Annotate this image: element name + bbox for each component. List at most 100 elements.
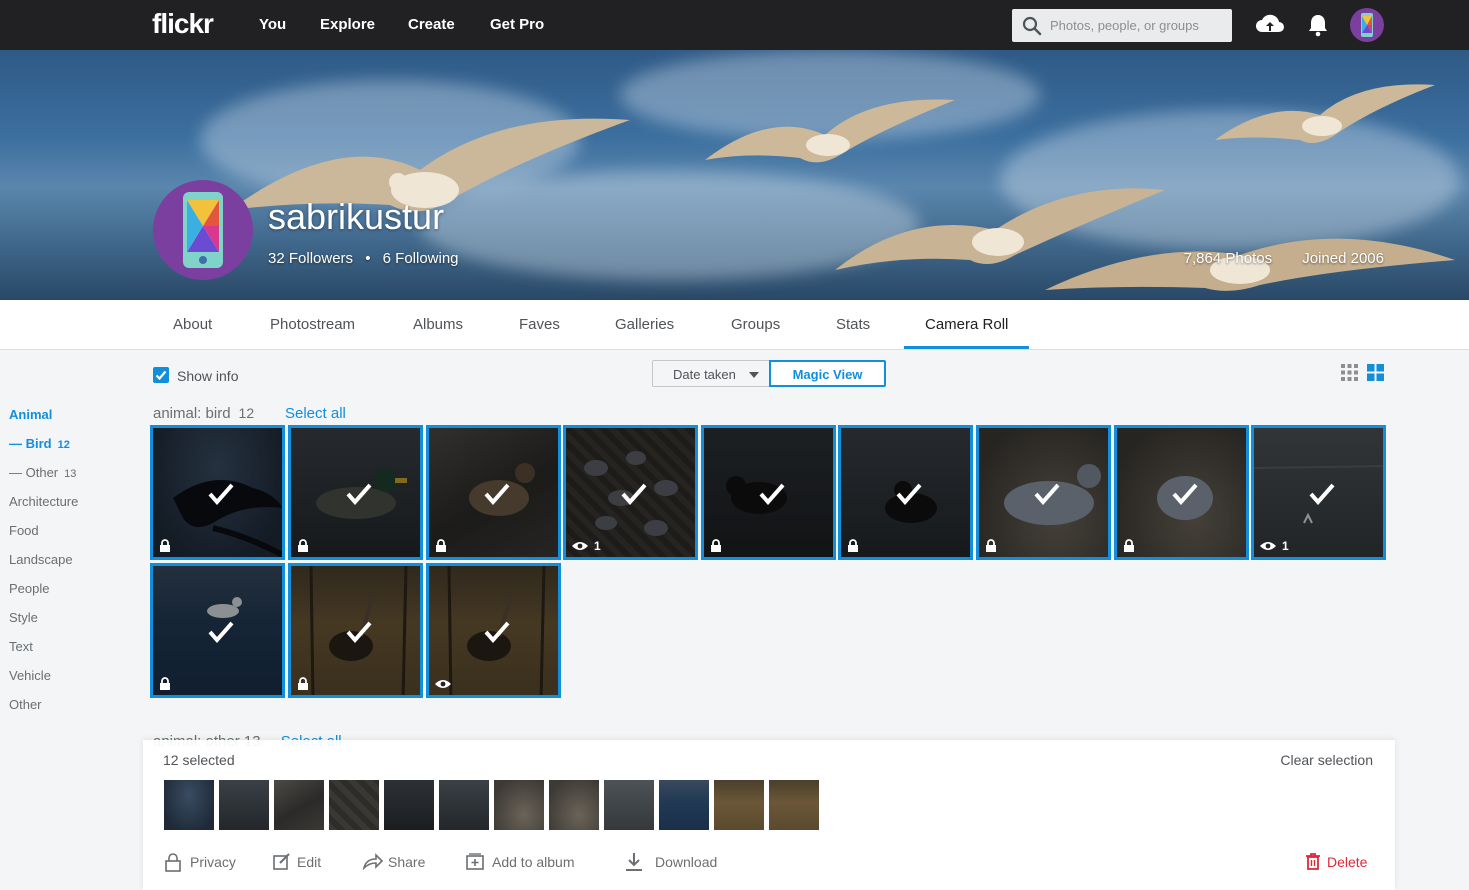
sidebar-item-other-animal[interactable]: — Other 13	[9, 465, 76, 480]
magic-view-button[interactable]: Magic View	[769, 360, 886, 387]
clear-selection-link[interactable]: Clear selection	[1280, 752, 1373, 768]
lock-icon	[848, 539, 858, 552]
sidebar-item-bird[interactable]: — Bird 12	[9, 436, 70, 451]
photo-thumbnail[interactable]	[426, 425, 561, 560]
show-info-checkbox[interactable]	[153, 367, 169, 383]
tab-about[interactable]: About	[173, 316, 212, 333]
notifications-bell-icon[interactable]	[1302, 10, 1334, 40]
search-input[interactable]: Photos, people, or groups	[1012, 9, 1232, 42]
lock-icon	[986, 539, 996, 552]
selected-mini-thumbnail[interactable]	[164, 780, 214, 830]
sidebar-item-other[interactable]: Other	[9, 697, 42, 712]
selected-check-icon	[484, 621, 510, 643]
lock-icon	[436, 539, 446, 552]
profile-stats: 7,864 Photos Joined 2006	[1158, 250, 1384, 267]
tab-photostream[interactable]: Photostream	[270, 316, 355, 333]
selected-check-icon	[896, 483, 922, 505]
lock-icon	[160, 677, 170, 690]
selected-mini-thumbnail[interactable]	[439, 780, 489, 830]
sidebar-item-landscape[interactable]: Landscape	[9, 552, 73, 567]
selected-mini-thumbnail[interactable]	[274, 780, 324, 830]
flickr-logo[interactable]: flickr	[152, 8, 214, 40]
photo-thumbnail[interactable]	[150, 425, 285, 560]
selected-check-icon	[1172, 483, 1198, 505]
profile-tabs: About Photostream Albums Faves Galleries…	[0, 300, 1469, 350]
lock-icon	[298, 677, 308, 690]
profile-avatar[interactable]	[153, 180, 253, 280]
search-icon	[1022, 16, 1042, 36]
download-icon	[626, 853, 642, 871]
sidebar-item-style[interactable]: Style	[9, 610, 38, 625]
selected-mini-thumbnail[interactable]	[769, 780, 819, 830]
selected-mini-thumbnail[interactable]	[549, 780, 599, 830]
selected-check-icon	[346, 483, 372, 505]
nav-get-pro[interactable]: Get Pro	[490, 16, 544, 33]
search-placeholder: Photos, people, or groups	[1050, 18, 1199, 33]
phone-avatar-large-icon	[183, 192, 223, 268]
photo-thumbnail[interactable]	[701, 425, 836, 560]
lock-icon	[1124, 539, 1134, 552]
tab-faves[interactable]: Faves	[519, 316, 560, 333]
photo-thumbnail[interactable]	[976, 425, 1111, 560]
selected-mini-thumbnail[interactable]	[494, 780, 544, 830]
tab-camera-roll[interactable]: Camera Roll	[925, 316, 1008, 333]
add-to-album-icon	[466, 853, 484, 870]
selected-mini-thumbnail[interactable]	[714, 780, 764, 830]
selected-mini-thumbnail[interactable]	[329, 780, 379, 830]
lock-icon	[165, 853, 181, 872]
photo-thumbnail[interactable]	[288, 425, 423, 560]
magic-view-label: Magic View	[792, 367, 863, 382]
select-all-link[interactable]: Select all	[285, 405, 346, 422]
photo-count: 7,864 Photos	[1183, 250, 1273, 267]
selected-mini-thumbnail[interactable]	[604, 780, 654, 830]
tab-stats[interactable]: Stats	[836, 316, 870, 333]
upload-cloud-icon[interactable]	[1254, 10, 1286, 40]
small-grid-icon[interactable]	[1341, 364, 1358, 381]
selected-check-icon	[1309, 483, 1335, 505]
selected-count: 12 selected	[163, 752, 235, 768]
followers-link[interactable]: 32 Followers	[268, 250, 353, 267]
seagull-image	[230, 118, 630, 212]
selected-mini-thumbnail[interactable]	[384, 780, 434, 830]
photo-thumbnail[interactable]	[1114, 425, 1249, 560]
eye-icon	[572, 542, 588, 550]
user-avatar-menu[interactable]	[1350, 8, 1384, 42]
selected-check-icon	[208, 483, 234, 505]
date-taken-dropdown[interactable]: Date taken	[652, 360, 770, 387]
lock-icon	[298, 539, 308, 552]
photo-thumbnail[interactable]	[426, 563, 561, 698]
sidebar-item-animal[interactable]: Animal	[9, 407, 52, 422]
nav-explore[interactable]: Explore	[320, 16, 375, 33]
tab-groups[interactable]: Groups	[731, 316, 780, 333]
sidebar-item-people[interactable]: People	[9, 581, 49, 596]
photo-thumbnail[interactable]	[288, 563, 423, 698]
joined-date: Joined 2006	[1302, 250, 1384, 267]
selected-mini-thumbnail[interactable]	[659, 780, 709, 830]
photo-thumbnail[interactable]: 1	[563, 425, 698, 560]
following-link[interactable]: 6 Following	[383, 250, 459, 267]
eye-icon	[1260, 542, 1276, 550]
tab-galleries[interactable]: Galleries	[615, 316, 674, 333]
follow-stats: 32 Followers • 6 Following	[268, 250, 459, 267]
nav-you[interactable]: You	[259, 16, 286, 33]
eye-icon	[435, 680, 451, 688]
nav-create[interactable]: Create	[408, 16, 455, 33]
view-count: 1	[594, 539, 601, 553]
caret-down-icon	[749, 372, 759, 378]
selected-check-icon	[484, 483, 510, 505]
selected-check-icon	[346, 621, 372, 643]
sidebar-item-architecture[interactable]: Architecture	[9, 494, 78, 509]
selected-check-icon	[621, 483, 647, 505]
sidebar-item-vehicle[interactable]: Vehicle	[9, 668, 51, 683]
large-grid-icon[interactable]	[1367, 364, 1384, 381]
selected-mini-thumbnail[interactable]	[219, 780, 269, 830]
top-nav-bar: flickr You Explore Create Get Pro Photos…	[0, 0, 1469, 50]
photo-thumbnail[interactable]	[150, 563, 285, 698]
show-info-label[interactable]: Show info	[177, 368, 238, 384]
sidebar-item-text[interactable]: Text	[9, 639, 33, 654]
tab-albums[interactable]: Albums	[413, 316, 463, 333]
photo-thumbnail[interactable]	[838, 425, 973, 560]
view-count: 1	[1282, 539, 1289, 553]
photo-thumbnail[interactable]: 1	[1251, 425, 1386, 560]
sidebar-item-food[interactable]: Food	[9, 523, 39, 538]
